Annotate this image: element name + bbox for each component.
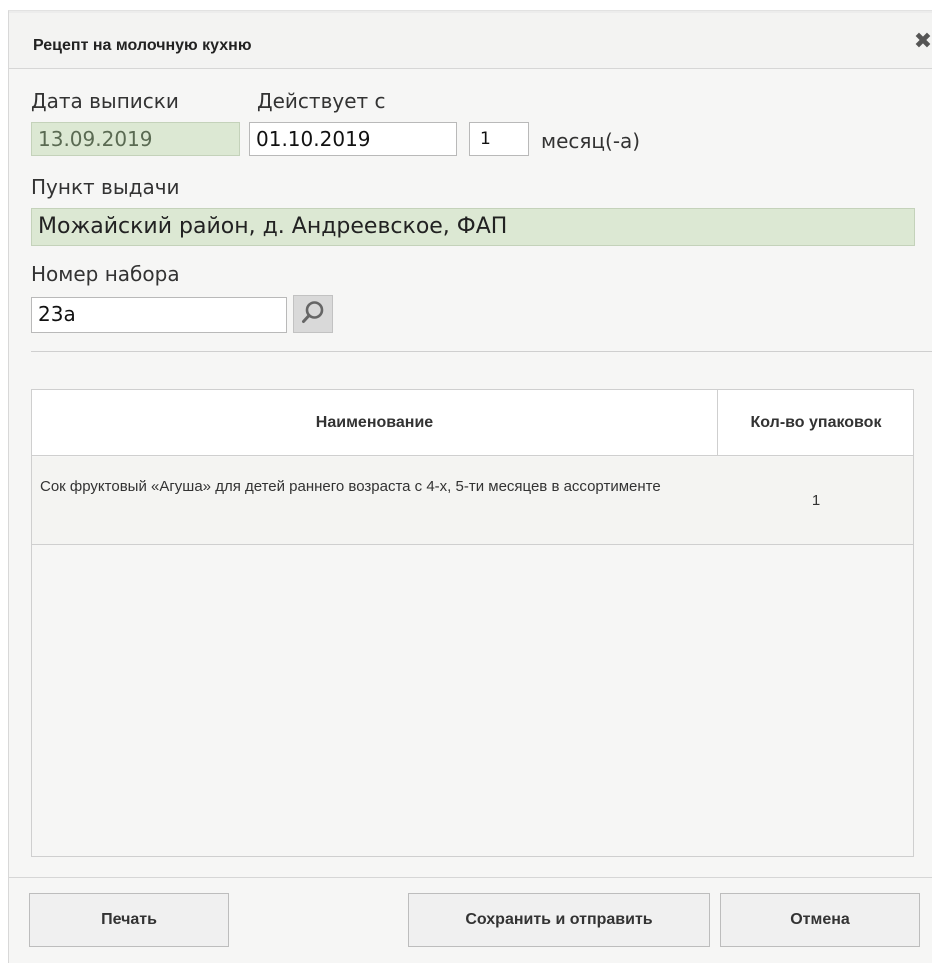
search-button[interactable]	[293, 295, 333, 333]
pickup-point-label: Пункт выдачи	[31, 175, 180, 199]
valid-from-label: Действует с	[257, 89, 386, 113]
months-count-field[interactable]: 1	[469, 122, 529, 156]
section-divider	[31, 351, 932, 352]
table-header: Наименование Кол-во упаковок	[32, 390, 913, 456]
set-number-field[interactable]: 23а	[31, 297, 287, 333]
dialog-title: Рецепт на молочную кухню	[33, 37, 252, 54]
footer-divider	[9, 877, 932, 878]
set-number-label: Номер набора	[31, 262, 180, 286]
months-unit-label: месяц(-а)	[541, 129, 641, 153]
table-row[interactable]: Сок фруктовый «Агуша» для детей раннего …	[32, 457, 913, 545]
save-and-send-button[interactable]: Сохранить и отправить	[408, 893, 710, 947]
column-header-qty[interactable]: Кол-во упаковок	[719, 390, 913, 456]
cell-package-qty: 1	[811, 492, 821, 509]
dialog-titlebar: Рецепт на молочную кухню ✖	[9, 11, 932, 69]
column-header-name[interactable]: Наименование	[32, 390, 718, 456]
valid-from-field[interactable]: 01.10.2019	[249, 122, 457, 156]
pickup-point-field: Можайский район, д. Андреевское, ФАП	[31, 208, 915, 246]
close-icon[interactable]: ✖	[913, 29, 932, 55]
search-icon	[300, 299, 326, 329]
cancel-button[interactable]: Отмена	[720, 893, 920, 947]
print-button[interactable]: Печать	[29, 893, 229, 947]
cell-product-name: Сок фруктовый «Агуша» для детей раннего …	[40, 478, 661, 495]
issue-date-label: Дата выписки	[31, 89, 179, 113]
issue-date-field: 13.09.2019	[31, 122, 240, 156]
products-table: Наименование Кол-во упаковок Сок фруктов…	[31, 389, 914, 857]
milk-kitchen-prescription-dialog: Рецепт на молочную кухню ✖ Дата выписки …	[8, 10, 932, 963]
